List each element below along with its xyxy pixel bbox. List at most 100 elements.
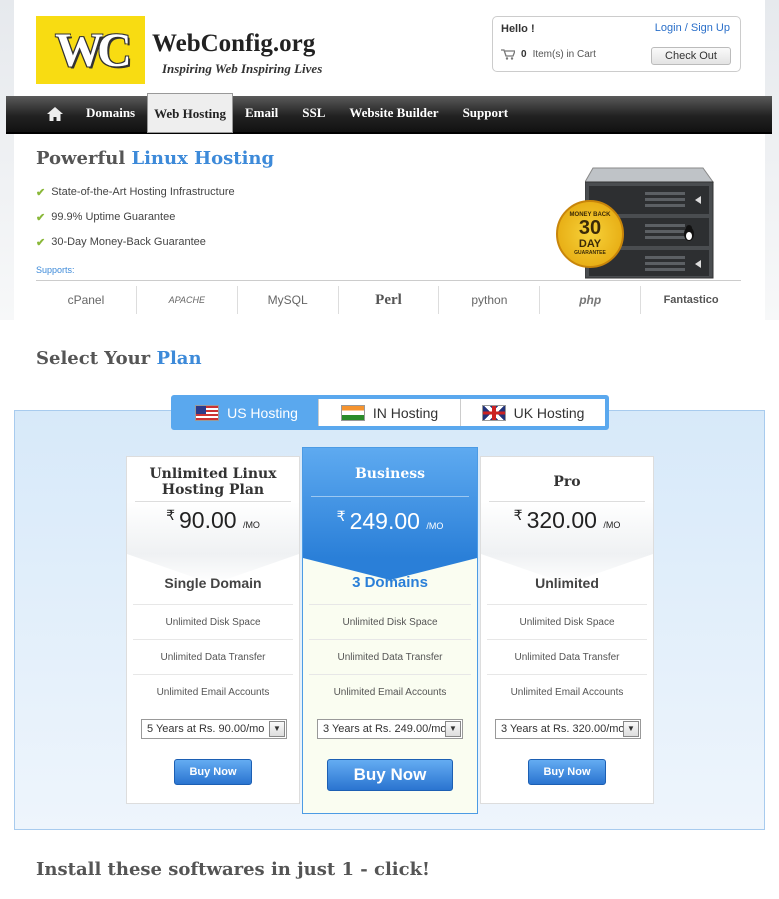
select-plan-title: Select Your Plan <box>36 348 202 369</box>
cart-text: Item(s) in Cart <box>532 49 596 60</box>
price-value: 90.00 <box>178 507 237 533</box>
nav-support[interactable]: Support <box>451 95 521 133</box>
plan-feature: Unlimited Disk Space <box>487 604 647 639</box>
price-value: 249.00 <box>349 508 420 534</box>
nav-website-builder[interactable]: Website Builder <box>337 95 450 133</box>
apache-logo: APACHE <box>137 286 238 314</box>
plan-domains: 3 Domains <box>352 574 428 591</box>
hero-title-highlight: Linux Hosting <box>131 148 275 169</box>
india-flag-icon <box>340 404 365 421</box>
hero-feature: ✔ 99.9% Uptime Guarantee <box>36 211 235 236</box>
plan-card-business: Business ₹249.00 /MO 3 Domains Unlimited… <box>302 447 478 814</box>
buy-now-button[interactable]: Buy Now <box>174 759 252 785</box>
cart-count: 0 <box>521 49 527 60</box>
currency-symbol: ₹ <box>513 507 523 523</box>
term-select-value: 3 Years at Rs. 249.00/mo <box>323 723 447 735</box>
us-flag-icon <box>195 404 220 421</box>
badge-bottom-text: GUARANTEE <box>574 250 606 256</box>
currency-symbol: ₹ <box>336 508 346 524</box>
plan-feature: Unlimited Data Transfer <box>487 639 647 674</box>
plan-name: Unlimited Linux Hosting Plan <box>149 466 277 498</box>
plan-domains: Unlimited <box>535 575 599 591</box>
nav-domains[interactable]: Domains <box>74 95 147 133</box>
plan-price: ₹249.00 /MO <box>303 508 477 535</box>
check-icon: ✔ <box>36 237 46 249</box>
hero-feature-text: State-of-the-Art Hosting Infrastructure <box>51 186 235 198</box>
hero-feature-text: 30-Day Money-Back Guarantee <box>51 236 206 248</box>
hero-title-plain: Powerful <box>36 148 126 169</box>
term-select[interactable]: 5 Years at Rs. 90.00/mo ▼ <box>141 719 287 739</box>
plan-feature: Unlimited Email Accounts <box>133 674 293 709</box>
term-select-value: 5 Years at Rs. 90.00/mo <box>147 723 265 735</box>
brand-name: WebConfig.org <box>152 30 316 57</box>
greeting: Hello ! <box>501 23 535 35</box>
select-plan-title-highlight: Plan <box>156 348 202 369</box>
plan-domains: Single Domain <box>164 575 262 591</box>
mysql-logo: MySQL <box>238 286 339 314</box>
uk-flag-icon <box>481 404 506 421</box>
term-select-value: 3 Years at Rs. 320.00/mo <box>501 723 625 735</box>
term-select[interactable]: 3 Years at Rs. 320.00/mo ▼ <box>495 719 641 739</box>
cpanel-logo: cPanel <box>36 286 137 314</box>
chevron-down-icon: ▼ <box>269 721 285 737</box>
price-period: /MO <box>426 521 444 531</box>
chevron-down-icon: ▼ <box>445 721 461 737</box>
nav-email[interactable]: Email <box>233 95 290 133</box>
plan-divider <box>135 501 291 502</box>
plan-feature: Unlimited Disk Space <box>309 604 471 639</box>
plan-card-pro: Pro ₹320.00 /MO Unlimited Unlimited Disk… <box>480 456 654 804</box>
term-select[interactable]: 3 Years at Rs. 249.00/mo ▼ <box>317 719 463 739</box>
price-period: /MO <box>603 520 621 530</box>
tab-label: US Hosting <box>227 404 298 421</box>
login-signup-link[interactable]: Login / Sign Up <box>655 22 730 34</box>
plan-name: Pro <box>553 474 581 490</box>
logo-text: WC <box>55 23 132 77</box>
supports-label: Supports: <box>36 265 75 275</box>
fantastico-logo: Fantastico <box>663 294 719 306</box>
tab-in-hosting[interactable]: IN Hosting <box>319 399 461 426</box>
plan-card-unlimited-linux: Unlimited Linux Hosting Plan ₹90.00 /MO … <box>126 456 300 804</box>
buy-now-button[interactable]: Buy Now <box>327 759 453 791</box>
currency-symbol: ₹ <box>166 507 175 523</box>
php-logo: php <box>540 286 642 314</box>
buy-now-button[interactable]: Buy Now <box>528 759 606 785</box>
plan-feature: Unlimited Email Accounts <box>309 674 471 709</box>
plan-divider <box>311 496 469 497</box>
supports-divider <box>36 280 741 281</box>
main-nav: Domains Web Hosting Email SSL Website Bu… <box>6 93 772 134</box>
tab-uk-hosting[interactable]: UK Hosting <box>461 399 605 426</box>
nav-home[interactable] <box>36 95 74 133</box>
cart-icon <box>501 49 515 60</box>
plan-feature: Unlimited Data Transfer <box>133 639 293 674</box>
hero-feature: ✔ 30-Day Money-Back Guarantee <box>36 236 235 261</box>
checkout-button[interactable]: Check Out <box>651 47 731 65</box>
tab-label: UK Hosting <box>513 404 585 421</box>
hero-feature-list: ✔ State-of-the-Art Hosting Infrastructure… <box>36 186 235 261</box>
plan-name: Business <box>354 466 426 482</box>
plan-feature: Unlimited Disk Space <box>133 604 293 639</box>
perl-logo: Perl <box>339 286 440 314</box>
price-period: /MO <box>242 520 260 530</box>
plan-feature: Unlimited Email Accounts <box>487 674 647 709</box>
nav-web-hosting[interactable]: Web Hosting <box>147 93 233 133</box>
site-logo[interactable]: WC <box>36 16 145 84</box>
tab-us-hosting[interactable]: US Hosting <box>175 399 319 426</box>
home-icon <box>47 107 63 121</box>
tab-label: IN Hosting <box>372 404 439 421</box>
hero-feature-text: 99.9% Uptime Guarantee <box>51 211 176 223</box>
hero-title: Powerful Linux Hosting <box>36 148 274 169</box>
select-plan-title-plain: Select Your <box>36 348 151 369</box>
cart-summary[interactable]: 0 Item(s) in Cart <box>501 49 596 60</box>
money-back-badge: MONEY BACK 30 DAY GUARANTEE <box>556 200 624 268</box>
chevron-down-icon: ▼ <box>623 721 639 737</box>
check-icon: ✔ <box>36 212 46 224</box>
brand-tagline: Inspiring Web Inspiring Lives <box>162 61 323 76</box>
python-logo: python <box>439 286 541 314</box>
install-title: Install these softwares in just 1 - clic… <box>36 859 430 880</box>
badge-day: DAY <box>578 238 602 250</box>
plan-feature: Unlimited Data Transfer <box>309 639 471 674</box>
hosting-region-tabs: US Hosting IN Hosting UK Hosting <box>171 395 609 430</box>
price-value: 320.00 <box>526 507 597 533</box>
supports-logos: cPanel APACHE MySQL Perl python php Fant… <box>36 284 741 316</box>
nav-ssl[interactable]: SSL <box>290 95 337 133</box>
